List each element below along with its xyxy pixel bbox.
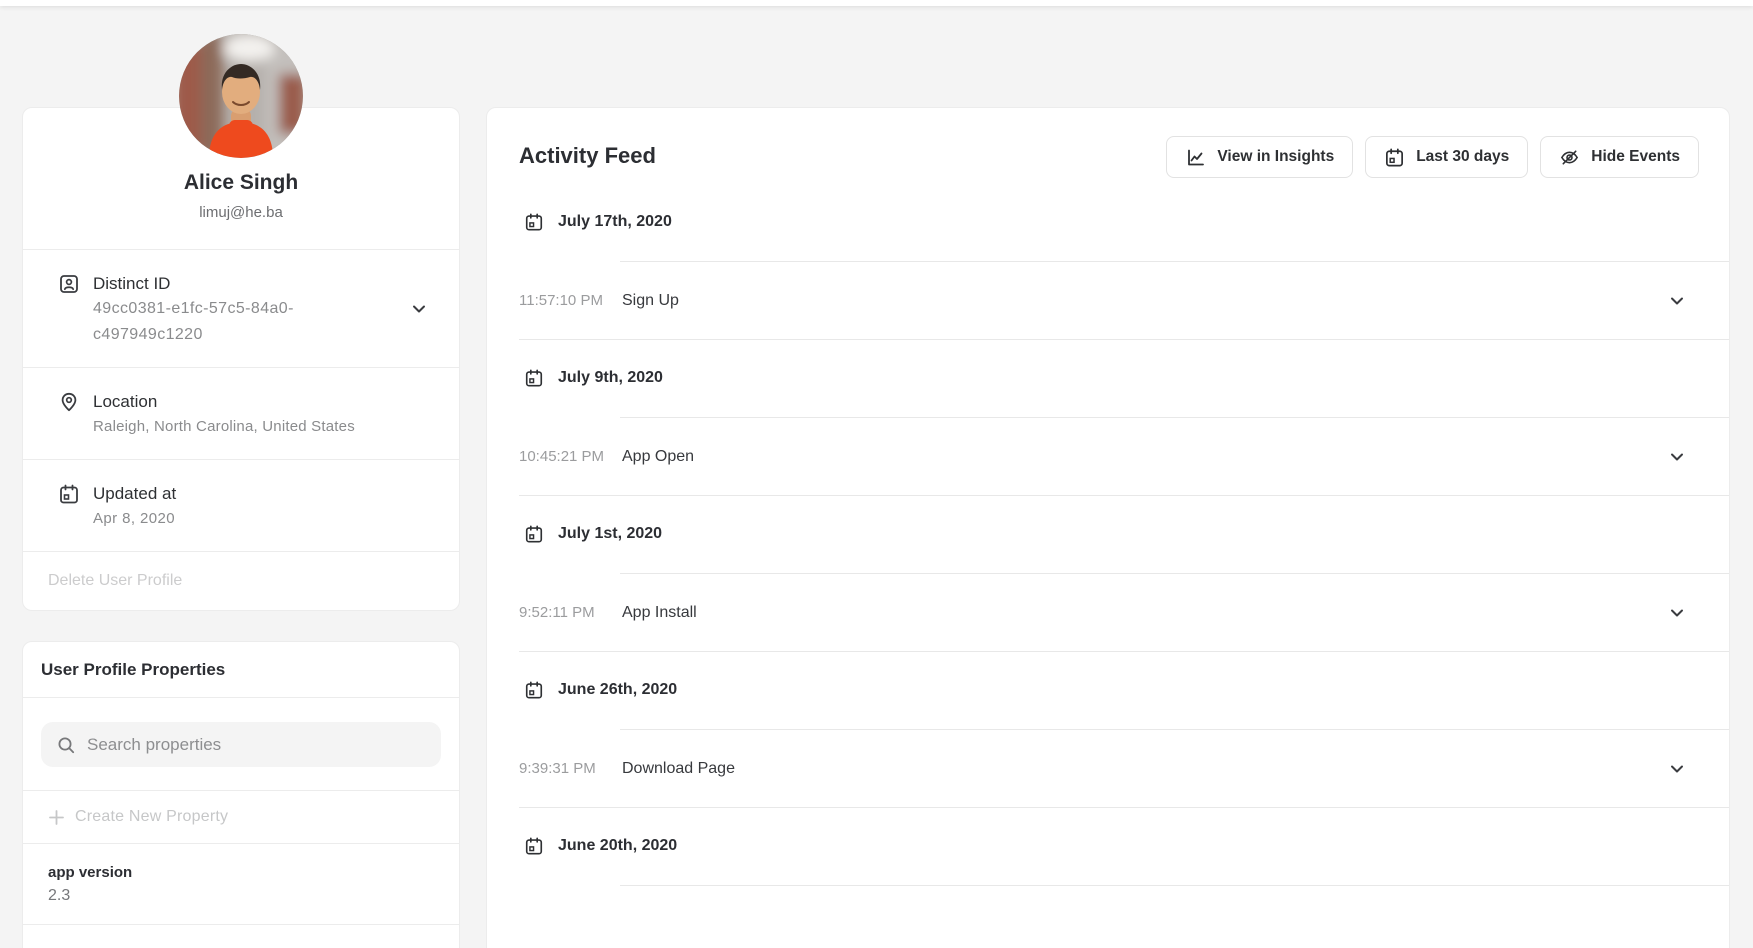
feed-date-row: July 1st, 2020 [524,522,1729,546]
event-name: Download Page [622,760,735,778]
id-badge-icon [58,273,80,295]
event-time: 9:52:11 PM [519,604,622,621]
distinct-id-label: Distinct ID [93,271,351,296]
activity-feed-card: Activity Feed View in Insights Last 30 d… [486,107,1730,948]
plus-icon [48,809,65,826]
hide-events-button[interactable]: Hide Events [1540,136,1699,178]
field-updated-at: Updated at Apr 8, 2020 [23,460,459,552]
feed-date-label: June 20th, 2020 [558,837,677,855]
calendar-icon [58,483,80,505]
location-label: Location [93,389,433,414]
activity-feed-actions: View in Insights Last 30 days Hide Event… [1166,136,1699,178]
calendar-icon [524,368,544,388]
avatar [179,34,303,158]
chevron-down-icon[interactable] [1669,449,1685,465]
feed-section: June 20th, 2020 [519,834,1729,886]
search-properties-wrap [23,698,459,791]
event-time: 10:45:21 PM [519,448,622,465]
feed-date-label: July 17th, 2020 [558,213,672,231]
property-row-app-version[interactable]: app version 2.3 [23,844,459,925]
hide-events-label: Hide Events [1591,148,1680,166]
event-name: App Install [622,604,697,622]
line-chart-icon [1185,147,1206,168]
event-name: Sign Up [622,292,679,310]
chevron-down-icon[interactable] [1669,605,1685,621]
feed-section: June 26th, 2020 9:39:31 PM Download Page [519,678,1729,808]
event-time: 11:57:10 PM [519,292,622,309]
user-profile-card: Alice Singh limuj@he.ba Distinct ID 49cc… [22,107,460,611]
calendar-icon [524,680,544,700]
field-distinct-id: Distinct ID 49cc0381-e1fc-57c5-84a0-c497… [23,250,459,368]
view-in-insights-button[interactable]: View in Insights [1166,136,1353,178]
properties-panel-title: User Profile Properties [23,642,459,698]
create-new-property-label: Create New Property [75,808,228,826]
distinct-id-value: 49cc0381-e1fc-57c5-84a0-c497949c1220 [93,296,341,348]
feed-date-label: July 9th, 2020 [558,369,663,387]
delete-user-profile-button[interactable]: Delete User Profile [48,572,182,589]
date-range-button[interactable]: Last 30 days [1365,136,1528,178]
property-name: app version [48,862,434,884]
feed-date-label: June 26th, 2020 [558,681,677,699]
activity-feed-body: July 17th, 2020 11:57:10 PM Sign Up July… [487,210,1729,886]
divider [620,885,1729,886]
feed-date-row: June 20th, 2020 [524,834,1729,858]
event-name: App Open [622,448,694,466]
activity-feed-title: Activity Feed [519,136,656,169]
create-new-property-button[interactable]: Create New Property [23,791,459,844]
search-icon [57,736,75,754]
calendar-icon [524,212,544,232]
chevron-down-icon[interactable] [1669,761,1685,777]
feed-date-row: July 17th, 2020 [524,210,1729,234]
date-range-label: Last 30 days [1416,148,1509,166]
updated-at-label: Updated at [93,481,351,506]
user-profile-properties-card: User Profile Properties Create New Prope… [22,641,460,948]
event-time: 9:39:31 PM [519,760,622,777]
feed-section: July 9th, 2020 10:45:21 PM App Open [519,366,1729,496]
profile-name: Alice Singh [43,170,439,196]
calendar-icon [524,836,544,856]
map-pin-icon [58,391,80,413]
calendar-icon [1384,147,1405,168]
event-row[interactable]: 10:45:21 PM App Open [519,418,1729,496]
feed-section: July 1st, 2020 9:52:11 PM App Install [519,522,1729,652]
search-properties-box[interactable] [41,722,441,767]
calendar-icon [524,524,544,544]
sidebar: Alice Singh limuj@he.ba Distinct ID 49cc… [22,107,460,948]
feed-date-row: June 26th, 2020 [524,678,1729,702]
chevron-down-icon[interactable] [1669,293,1685,309]
event-row[interactable]: 9:52:11 PM App Install [519,574,1729,652]
view-in-insights-label: View in Insights [1217,148,1334,166]
feed-section: July 17th, 2020 11:57:10 PM Sign Up [519,210,1729,340]
top-navigation-edge [0,0,1753,6]
activity-feed-header: Activity Feed View in Insights Last 30 d… [487,108,1729,188]
feed-date-label: July 1st, 2020 [558,525,662,543]
event-row[interactable]: 9:39:31 PM Download Page [519,730,1729,808]
event-row[interactable]: 11:57:10 PM Sign Up [519,262,1729,340]
search-properties-input[interactable] [87,735,425,755]
eye-off-icon [1559,147,1580,168]
updated-at-value: Apr 8, 2020 [93,506,351,532]
feed-date-row: July 9th, 2020 [524,366,1729,390]
location-value: Raleigh, North Carolina, United States [93,414,433,440]
property-value: 2.3 [48,884,434,908]
chevron-down-icon[interactable] [411,301,427,317]
field-location: Location Raleigh, North Carolina, United… [23,368,459,460]
delete-user-profile-row: Delete User Profile [23,552,459,610]
profile-email: limuj@he.ba [43,203,439,223]
